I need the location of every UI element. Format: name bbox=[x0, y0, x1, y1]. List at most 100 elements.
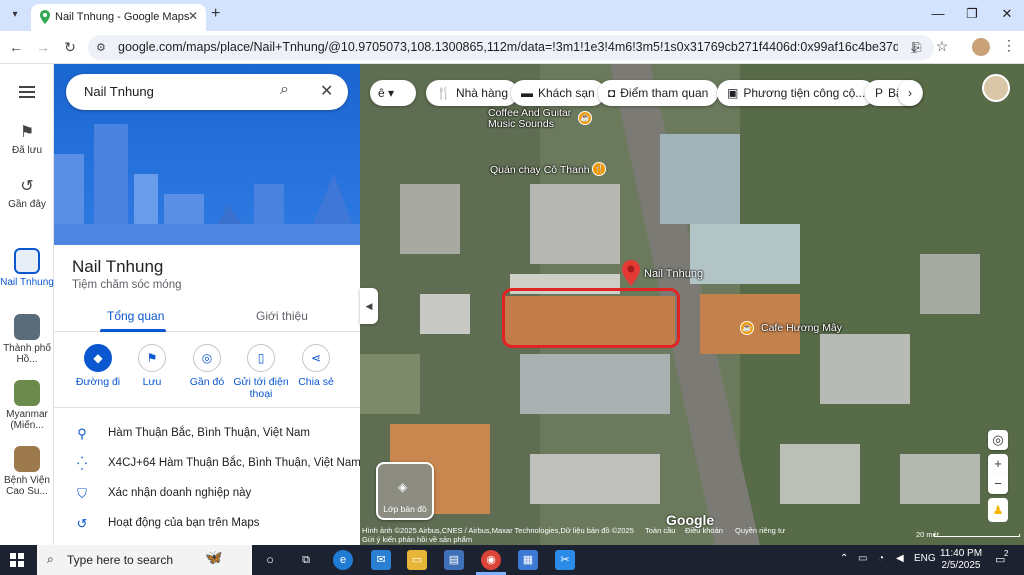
chip-transit[interactable]: ▣ Phương tiện công cộ... bbox=[717, 80, 876, 106]
feedback-link[interactable]: Gửi ý kiến phản hồi về sản phẩm bbox=[362, 535, 472, 544]
address-text: Hàm Thuận Bắc, Bình Thuận, Việt Nam bbox=[108, 427, 311, 439]
taskbar: ⌕ Type here to search 🦋 ○ ⧉ e ✉ ▭ ▤ ◉ ▦ … bbox=[0, 545, 1024, 575]
rail-recent-item[interactable]: Myanmar (Miến... bbox=[0, 380, 54, 431]
recent-label: Myanmar (Miến... bbox=[6, 409, 48, 431]
plus-code-icon: ⁛ bbox=[76, 456, 88, 471]
footer-link[interactable]: Toàn cầu bbox=[645, 526, 675, 535]
nearby-button[interactable]: ◎ Gần đó bbox=[177, 344, 237, 388]
edge-icon[interactable]: e bbox=[333, 550, 353, 570]
profile-avatar[interactable] bbox=[972, 38, 990, 56]
layers-button[interactable]: ◈ Lớp bản đồ bbox=[376, 462, 434, 520]
share-button[interactable]: ⋖ Chia sẻ bbox=[286, 344, 346, 388]
language-indicator[interactable]: ENG bbox=[914, 553, 936, 564]
camera-icon: ◘ bbox=[608, 86, 616, 100]
restore-button[interactable]: ❐ bbox=[962, 6, 982, 22]
minimize-button[interactable]: — bbox=[928, 6, 948, 21]
map-canvas[interactable]: 🍴 Nhà hàng ▬ Khách sạn ◘ Điểm tham quan ▣ Ph… bbox=[360, 64, 1024, 545]
task-view-icon[interactable]: ⧉ bbox=[296, 550, 316, 570]
plus-code-row[interactable]: ⁛ X4CJ+64 Hàm Thuận Bắc, Bình Thuận, Việ… bbox=[54, 453, 360, 477]
zoom-out-button[interactable]: − bbox=[988, 474, 1008, 494]
send-to-phone-button[interactable]: ▯ Gửi tới điện thoại bbox=[231, 344, 291, 400]
poi-label[interactable]: Coffee And Guitar Music Sounds bbox=[488, 108, 578, 130]
nearby-icon: ◎ bbox=[193, 344, 221, 372]
collapse-panel-button[interactable]: ◀ bbox=[360, 288, 378, 324]
cafe-icon[interactable]: ☕ bbox=[740, 321, 754, 335]
cafe-icon[interactable]: ☕ bbox=[578, 111, 592, 125]
rail-recents[interactable]: ↺ Gần đây bbox=[0, 176, 54, 210]
rail-recent-item[interactable]: Nail Tnhung bbox=[0, 248, 54, 288]
tab-about[interactable]: Giới thiệu bbox=[256, 309, 308, 323]
pin-label[interactable]: Nail Tnhung bbox=[644, 268, 703, 280]
divider bbox=[54, 407, 360, 408]
wifi-icon[interactable]: ◔ bbox=[878, 553, 884, 564]
close-window-button[interactable]: ✕ bbox=[997, 6, 1017, 22]
recent-label: Nail Tnhung bbox=[0, 277, 54, 288]
share-icon: ⋖ bbox=[302, 344, 330, 372]
browser-tab-bar: ▾ Nail Tnhung - Google Maps ✕ + — ❐ ✕ bbox=[0, 0, 1024, 31]
maps-activity-row[interactable]: ↺ Hoạt động của bạn trên Maps bbox=[54, 513, 360, 537]
forward-icon[interactable]: → bbox=[35, 39, 51, 55]
reload-icon[interactable]: ↻ bbox=[62, 39, 78, 56]
chip-hotels[interactable]: ▬ Khách sạn bbox=[511, 80, 605, 106]
highlight-box bbox=[502, 288, 680, 348]
place-tabs: Tổng quan Giới thiệu bbox=[54, 298, 360, 332]
pegman-icon[interactable]: ♟ bbox=[988, 498, 1008, 522]
omnibox[interactable]: ⚙ google.com/maps/place/Nail+Tnhung/@10.… bbox=[88, 35, 934, 60]
bookmark-star-icon[interactable]: ☆ bbox=[934, 38, 950, 55]
tab-search-button[interactable]: ▾ bbox=[6, 6, 24, 24]
calculator-icon[interactable]: ▦ bbox=[518, 550, 538, 570]
network-icon[interactable]: ▭ bbox=[858, 553, 867, 564]
claim-business-row[interactable]: ⛉ Xác nhận doanh nghiệp này bbox=[54, 483, 360, 507]
chip-restaurants[interactable]: 🍴 Nhà hàng bbox=[426, 80, 518, 106]
store-icon[interactable]: ▤ bbox=[444, 550, 464, 570]
back-icon[interactable]: ← bbox=[8, 39, 24, 55]
chip-attractions[interactable]: ◘ Điểm tham quan bbox=[598, 80, 719, 106]
taskbar-search[interactable]: ⌕ Type here to search 🦋 bbox=[37, 545, 252, 575]
chrome-icon[interactable]: ◉ bbox=[481, 550, 501, 570]
directions-button[interactable]: ◆ Đường đi bbox=[68, 344, 128, 388]
chips-next-button[interactable]: › bbox=[898, 80, 922, 106]
restaurant-icon: 🍴 bbox=[436, 86, 451, 100]
footer-link[interactable]: Điều khoản bbox=[685, 526, 723, 535]
footer-link[interactable]: Quyền riêng tư bbox=[735, 526, 785, 535]
chip-label: Điểm tham quan bbox=[620, 86, 709, 100]
search-box[interactable]: Nail Tnhung ⌕ ✕ bbox=[66, 74, 348, 110]
clock[interactable]: 11:40 PM 2/5/2025 bbox=[936, 548, 986, 572]
volume-icon[interactable]: ◀ bbox=[896, 553, 904, 564]
rail-recent-item[interactable]: Thành phố Hồ... bbox=[0, 314, 54, 365]
rail-saved[interactable]: ⚑ Đã lưu bbox=[0, 122, 54, 156]
tab-overview[interactable]: Tổng quan bbox=[107, 309, 164, 323]
browser-tab[interactable]: Nail Tnhung - Google Maps ✕ bbox=[31, 4, 206, 31]
zoom-in-button[interactable]: + bbox=[988, 454, 1008, 474]
download-icon[interactable]: ⤓ bbox=[906, 39, 922, 56]
search-input[interactable]: Nail Tnhung bbox=[84, 84, 154, 99]
tab-close-icon[interactable]: ✕ bbox=[188, 9, 198, 23]
taskbar-search-input[interactable]: Type here to search bbox=[67, 553, 173, 567]
tray-overflow-icon[interactable]: ⌃ bbox=[840, 553, 848, 564]
site-info-icon[interactable]: ⚙ bbox=[96, 41, 106, 54]
windows-start-icon[interactable] bbox=[10, 553, 24, 567]
account-avatar[interactable] bbox=[982, 74, 1010, 102]
file-explorer-icon[interactable]: ▭ bbox=[407, 550, 427, 570]
url-text[interactable]: google.com/maps/place/Nail+Tnhung/@10.97… bbox=[118, 40, 898, 54]
menu-icon[interactable] bbox=[19, 86, 35, 98]
poi-label[interactable]: Quán chay Cô Thanh bbox=[490, 164, 590, 176]
my-location-icon[interactable]: ◎ bbox=[988, 430, 1008, 450]
snipping-tool-icon[interactable]: ✂ bbox=[555, 550, 575, 570]
rail-recent-item[interactable]: Bệnh Viện Cao Su... bbox=[0, 446, 54, 497]
map-style-button[interactable]: ê ▾ bbox=[370, 80, 416, 106]
new-tab-button[interactable]: + bbox=[211, 5, 220, 23]
cortana-icon[interactable]: ○ bbox=[260, 550, 280, 570]
chip-label: Nhà hàng bbox=[455, 86, 508, 100]
poi-label[interactable]: Cafe Hương Mây bbox=[761, 322, 842, 334]
restaurant-icon[interactable]: 🍴 bbox=[592, 162, 606, 176]
save-button[interactable]: ⚑ Lưu bbox=[122, 344, 182, 388]
location-pin-icon[interactable] bbox=[622, 260, 640, 286]
place-category[interactable]: Tiệm chăm sóc móng bbox=[72, 279, 182, 291]
search-icon[interactable]: ⌕ bbox=[280, 81, 289, 99]
clear-search-icon[interactable]: ✕ bbox=[320, 81, 333, 101]
directions-icon: ◆ bbox=[84, 344, 112, 372]
address-row[interactable]: ⚲ Hàm Thuận Bắc, Bình Thuận, Việt Nam bbox=[54, 423, 360, 447]
browser-menu-icon[interactable]: ⋮ bbox=[1002, 37, 1016, 54]
mail-icon[interactable]: ✉ bbox=[371, 550, 391, 570]
